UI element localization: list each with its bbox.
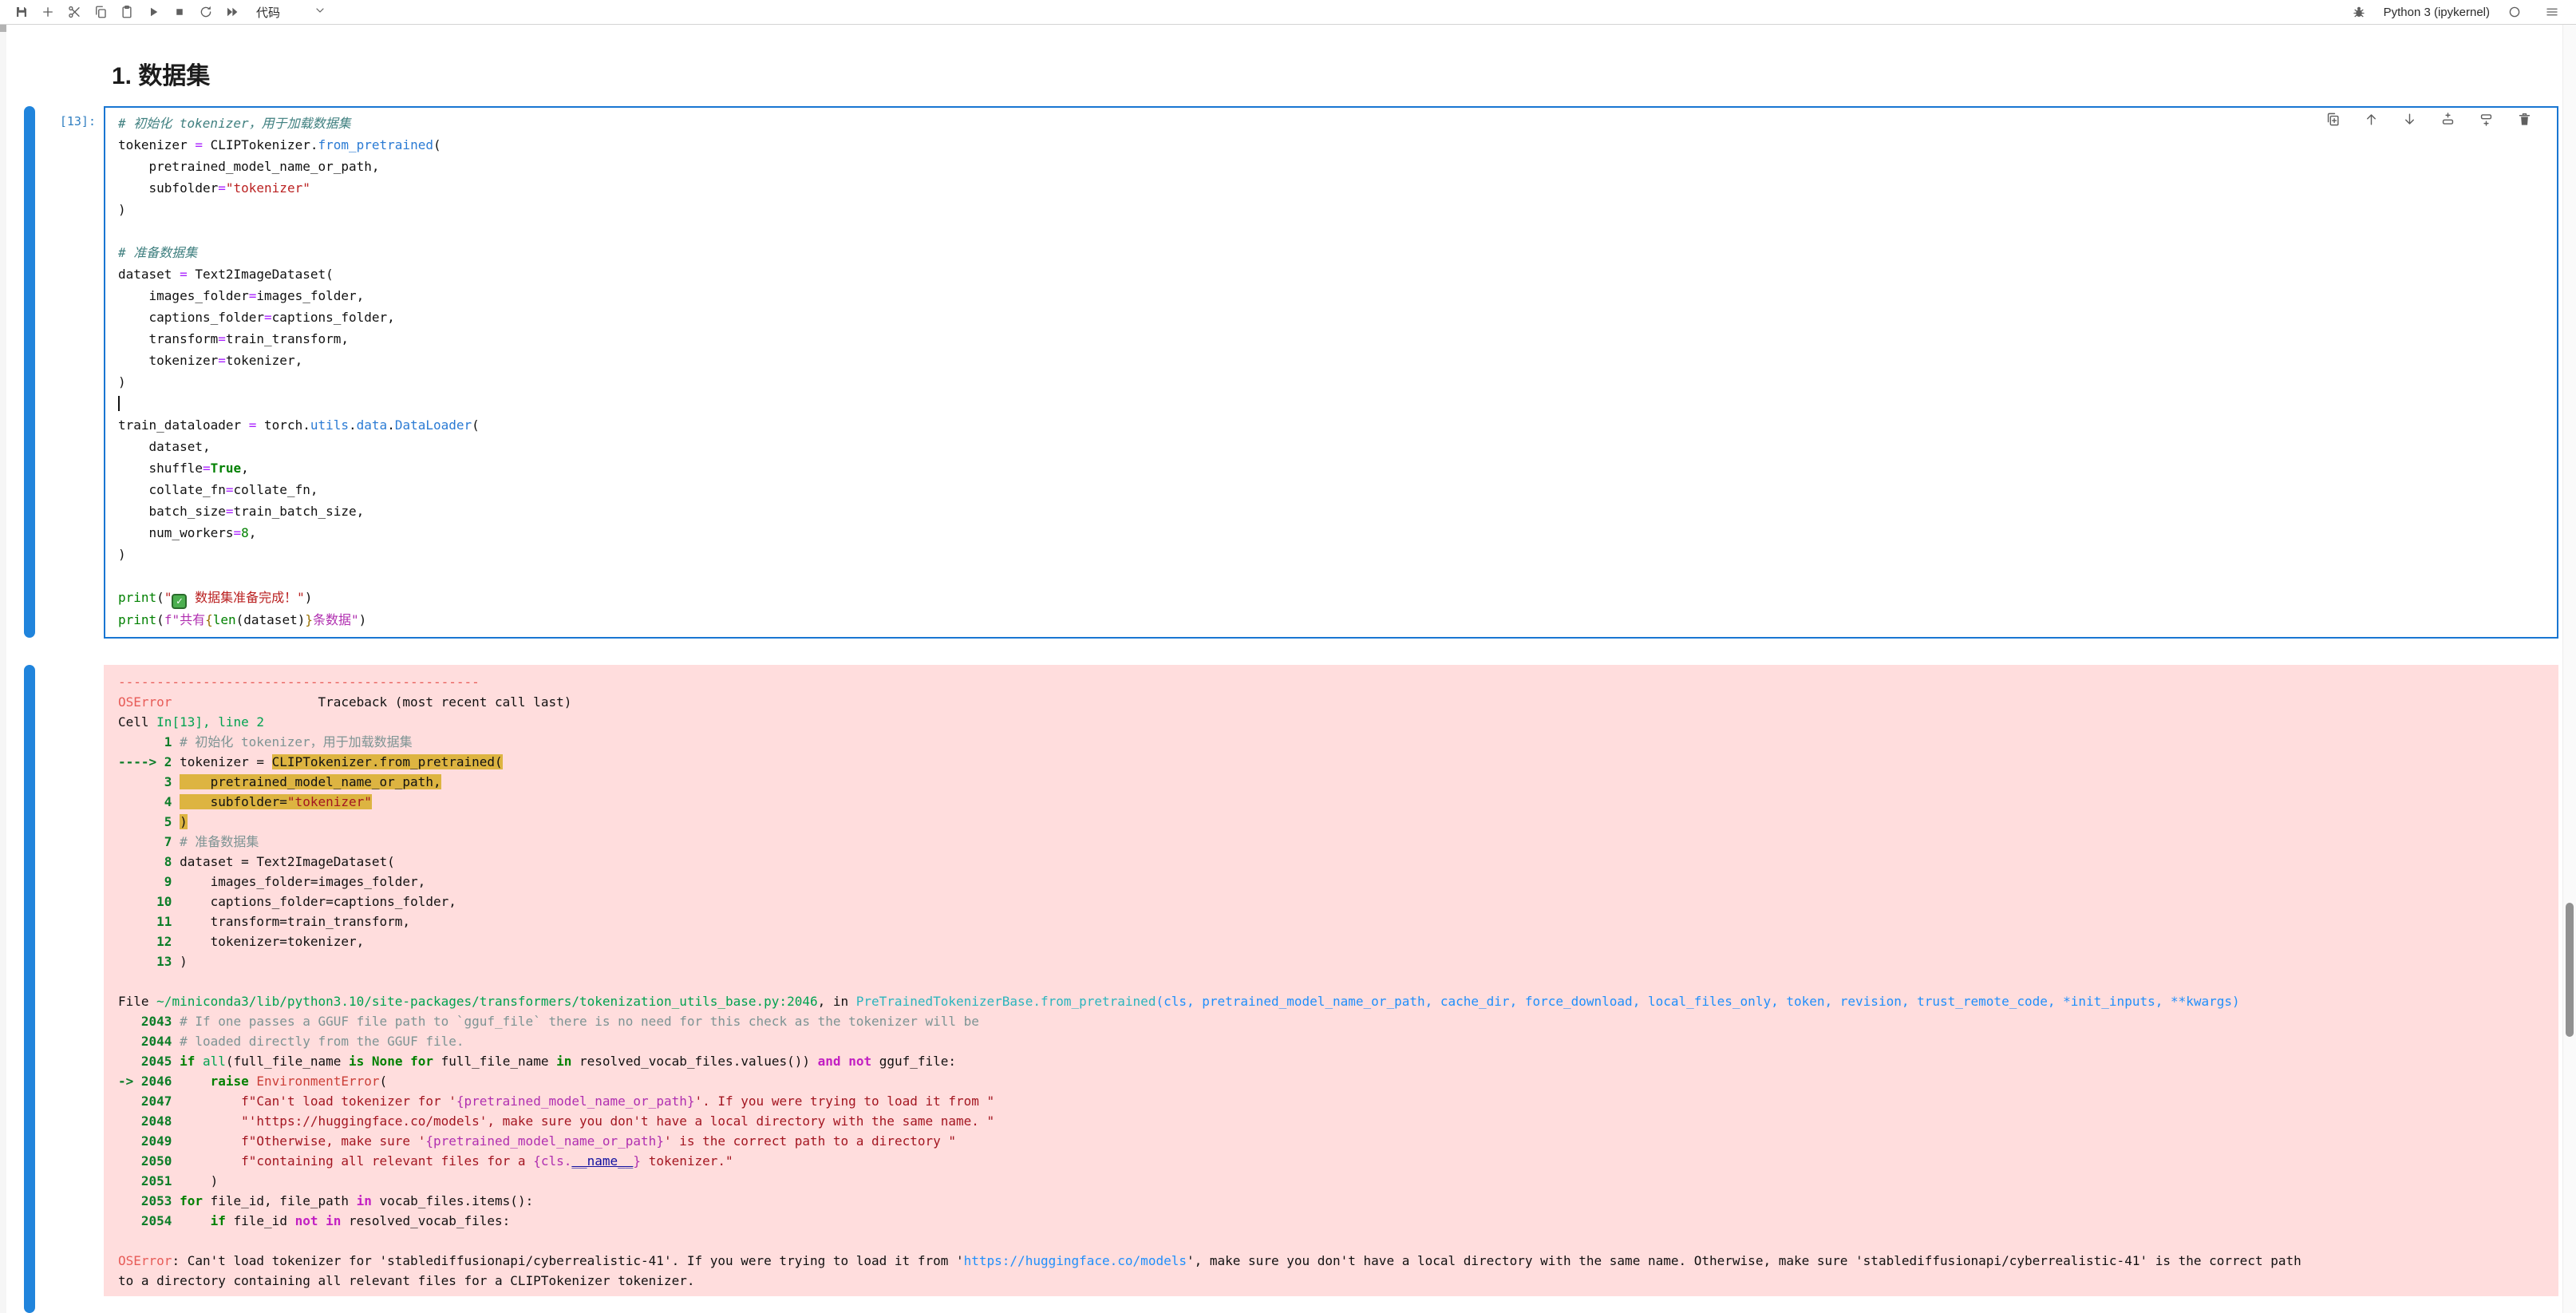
cell-toolbar: [2321, 111, 2536, 132]
debugger-button[interactable]: [2349, 2, 2370, 22]
notebook-menu-button[interactable]: [2541, 2, 2562, 22]
output-collapser[interactable]: [24, 665, 35, 1313]
move-cell-down-button[interactable]: [2400, 113, 2418, 130]
move-cell-up-button[interactable]: [2362, 113, 2380, 130]
run-all-icon: [225, 5, 239, 19]
add-cell-button[interactable]: [37, 2, 58, 22]
stop-icon: [172, 5, 187, 19]
delete-cell-icon: [2517, 112, 2532, 131]
insert-above-icon: [2440, 112, 2455, 131]
restart-kernel-icon: [199, 5, 213, 19]
cell-type-dropdown[interactable]: 代码: [256, 4, 326, 21]
cut-cell-button[interactable]: [63, 2, 85, 22]
toolbar-right-group: Python 3 (ipykernel): [2346, 2, 2568, 22]
delete-cell-button[interactable]: [2515, 113, 2533, 130]
hamburger-icon: [2545, 5, 2559, 19]
error-output: ----------------------------------------…: [104, 665, 2558, 1296]
interrupt-kernel-button[interactable]: [168, 2, 190, 22]
scrollbar-thumb[interactable]: [2566, 903, 2574, 1037]
notebook-toolbar: 代码 Python 3 (ipykernel): [0, 0, 2576, 25]
left-edge-strip-cap: [0, 25, 6, 32]
chevron-down-icon: [314, 4, 326, 21]
save-button[interactable]: [10, 2, 32, 22]
run-icon: [146, 5, 160, 19]
move-up-icon: [2364, 112, 2379, 131]
paste-cell-button[interactable]: [116, 2, 137, 22]
code-editor[interactable]: # 初始化 tokenizer，用于加载数据集tokenizer = CLIPT…: [118, 113, 2550, 631]
duplicate-cell-button[interactable]: [2324, 113, 2341, 130]
traceback-text: ----------------------------------------…: [118, 672, 2552, 1291]
debugger-icon: [2352, 5, 2366, 19]
copy-cell-button[interactable]: [89, 2, 111, 22]
run-all-button[interactable]: [221, 2, 243, 22]
code-cell[interactable]: # 初始化 tokenizer，用于加载数据集tokenizer = CLIPT…: [104, 106, 2558, 639]
insert-below-icon: [2479, 112, 2494, 131]
kernel-name[interactable]: Python 3 (ipykernel): [2384, 6, 2490, 19]
insert-cell-above-button[interactable]: [2439, 113, 2456, 130]
restart-kernel-button[interactable]: [195, 2, 216, 22]
scrollbar-track[interactable]: [2562, 25, 2576, 1313]
run-cell-button[interactable]: [142, 2, 164, 22]
cell-execution-prompt: [13]:: [16, 111, 96, 132]
add-cell-icon: [41, 5, 55, 19]
copy-cell-icon: [93, 5, 108, 19]
kernel-status-indicator: [2503, 2, 2525, 22]
cell-type-label: 代码: [256, 4, 280, 21]
paste-cell-icon: [120, 5, 134, 19]
duplicate-cell-icon: [2325, 112, 2341, 131]
insert-cell-below-button[interactable]: [2477, 113, 2495, 130]
save-icon: [14, 5, 29, 19]
section-heading: 1. 数据集: [112, 56, 210, 91]
input-collapser[interactable]: [24, 106, 35, 638]
left-edge-strip: [0, 25, 6, 1313]
move-down-icon: [2402, 112, 2417, 131]
cut-cell-icon: [67, 5, 81, 19]
kernel-status-icon: [2507, 5, 2522, 19]
